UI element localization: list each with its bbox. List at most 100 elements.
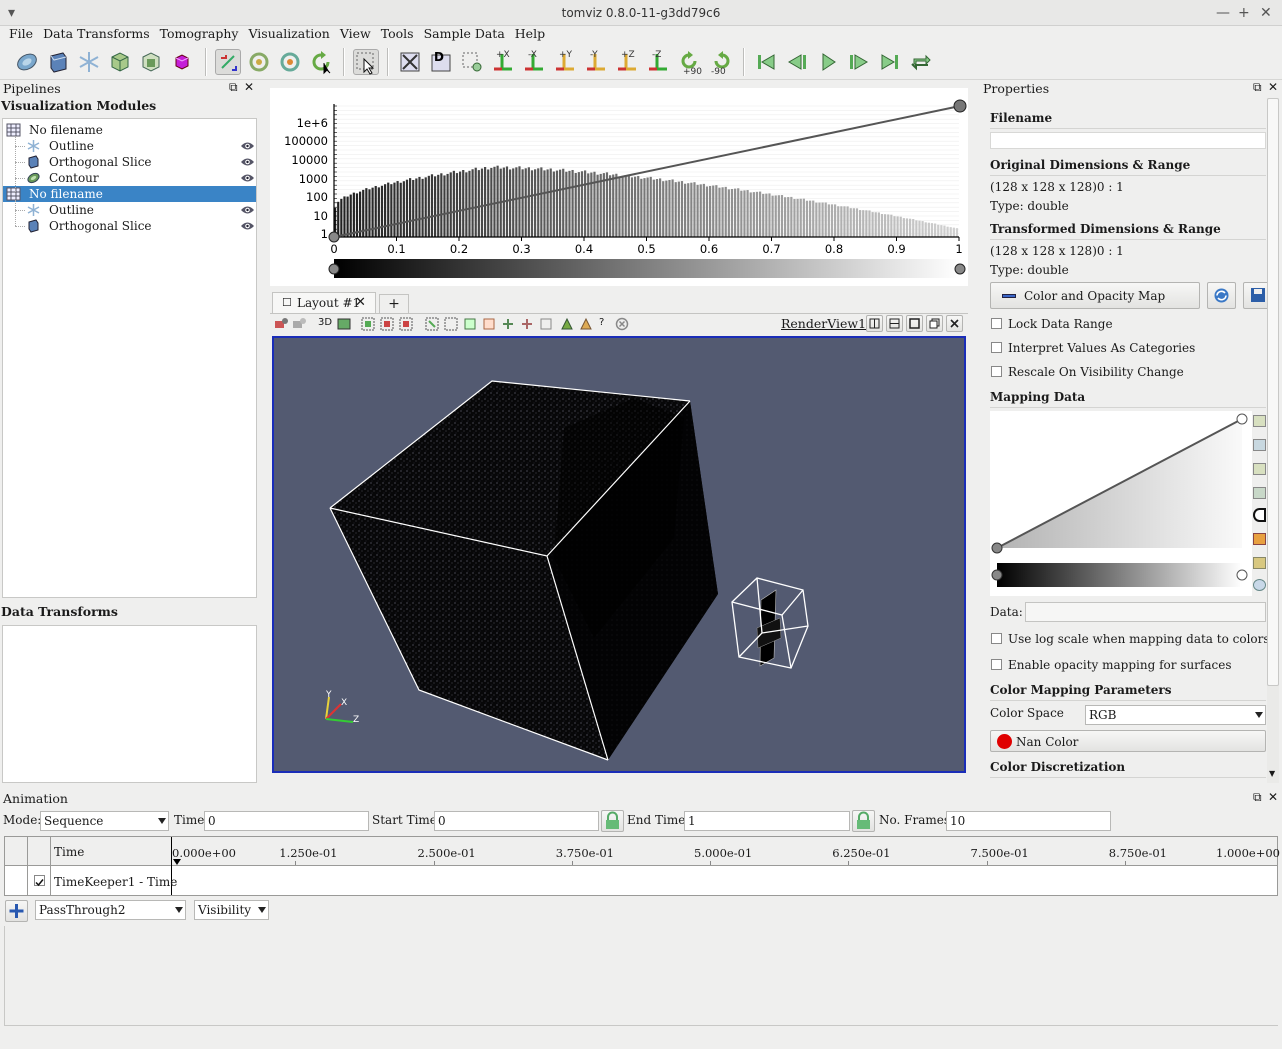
close-view-button[interactable]	[946, 315, 963, 332]
toggle-2d-3d-icon[interactable]: D	[428, 49, 454, 75]
select-polygon-icon[interactable]	[444, 317, 458, 331]
timekeeper-checkbox[interactable]	[34, 875, 45, 887]
menu-help[interactable]: Help	[510, 26, 550, 44]
select-points-icon[interactable]	[380, 317, 394, 331]
render-view[interactable]: Y X Z	[272, 336, 966, 773]
interpret-categories-checkbox[interactable]	[991, 342, 1002, 353]
pipeline-item[interactable]: Orthogonal Slice	[3, 154, 256, 170]
editor-tool-icon[interactable]	[1253, 415, 1266, 427]
filename-field[interactable]	[990, 132, 1266, 149]
toggle-3d-button[interactable]: 3D	[318, 317, 332, 328]
select-cursor-icon[interactable]	[353, 49, 379, 75]
extract-selection-icon[interactable]	[560, 317, 574, 331]
close-window-icon[interactable]: ✕	[1260, 0, 1272, 26]
clear-query-icon[interactable]	[615, 317, 629, 331]
hover-points-icon[interactable]	[482, 317, 496, 331]
lock-end-button[interactable]	[852, 810, 875, 832]
menu-tomography[interactable]: Tomography	[155, 26, 244, 44]
current-time-marker[interactable]	[173, 859, 181, 865]
pipeline-item[interactable]: Outline	[3, 202, 256, 218]
opacity-editor[interactable]	[990, 411, 1252, 596]
play-icon[interactable]	[815, 49, 841, 75]
lock-start-button[interactable]	[601, 810, 624, 832]
clear-selection-icon[interactable]	[539, 317, 553, 331]
threshold-module-icon[interactable]	[138, 49, 164, 75]
add-tab-button[interactable]: +	[379, 294, 409, 314]
ruler-module-icon[interactable]	[169, 49, 195, 75]
interact-icon[interactable]	[215, 49, 241, 75]
editor-tool-icon[interactable]	[1253, 557, 1266, 569]
menu-sample-data[interactable]: Sample Data	[419, 26, 510, 44]
eye-icon[interactable]	[240, 173, 255, 183]
outline-module-icon[interactable]	[76, 49, 102, 75]
eye-icon[interactable]	[240, 205, 255, 215]
select-cells-icon[interactable]	[361, 317, 375, 331]
menu-data-transforms[interactable]: Data Transforms	[38, 26, 155, 44]
interactive-select-icon[interactable]	[463, 317, 477, 331]
frames-input[interactable]: 10	[946, 811, 1111, 831]
previous-frame-icon[interactable]	[784, 49, 810, 75]
add-track-button[interactable]	[5, 900, 28, 922]
reset-rotation-icon[interactable]	[308, 49, 334, 75]
maximize-icon[interactable]: +	[1238, 0, 1250, 26]
end-time-input[interactable]: 1	[684, 811, 850, 831]
capture-icon[interactable]	[337, 317, 351, 331]
eye-icon[interactable]	[240, 141, 255, 151]
pipelines-close-icon[interactable]: ✕	[244, 80, 254, 94]
pipeline-item[interactable]: No filename	[3, 122, 256, 138]
nan-color-button[interactable]: Nan Color	[990, 730, 1266, 752]
plot-selection-icon[interactable]	[579, 317, 593, 331]
contour-module-icon[interactable]	[14, 49, 40, 75]
properties-scrollbar-thumb[interactable]	[1267, 98, 1279, 686]
track-property-select[interactable]: Visibility	[194, 900, 269, 920]
pipeline-item[interactable]: No filename	[3, 186, 256, 202]
reset-range-button[interactable]	[1207, 282, 1236, 309]
rotate-center-icon[interactable]	[277, 49, 303, 75]
properties-scrollbar[interactable]: ▼	[1267, 98, 1279, 783]
camera-undo-icon[interactable]	[292, 317, 306, 331]
histogram-chart[interactable]: 1e+61000001000010001001010 0.1 0.2 0.3 0.4 0.…	[270, 88, 968, 286]
split-vertical-button[interactable]	[886, 315, 903, 332]
editor-tool-icon[interactable]	[1253, 508, 1266, 522]
pipeline-item[interactable]: Orthogonal Slice	[3, 218, 256, 234]
select-block-icon[interactable]	[425, 317, 439, 331]
start-time-input[interactable]: 0	[434, 811, 599, 831]
editor-tool-icon[interactable]	[1253, 533, 1266, 545]
properties-float-icon[interactable]: ⧉	[1253, 80, 1262, 95]
last-frame-icon[interactable]	[877, 49, 903, 75]
color-opacity-map-button[interactable]: Color and Opacity Map	[990, 282, 1200, 309]
loop-icon[interactable]	[908, 49, 934, 75]
animation-close-icon[interactable]: ✕	[1268, 790, 1278, 804]
data-value-field[interactable]	[1025, 602, 1266, 622]
scroll-down-icon[interactable]: ▼	[1269, 769, 1275, 778]
first-frame-icon[interactable]	[753, 49, 779, 75]
log-scale-checkbox[interactable]	[991, 633, 1002, 644]
minimize-icon[interactable]: —	[1216, 0, 1230, 26]
window-menu-icon[interactable]: ▾	[8, 0, 15, 26]
opacity-surfaces-checkbox[interactable]	[991, 659, 1002, 670]
zoom-to-box-icon[interactable]	[459, 49, 485, 75]
menu-visualization[interactable]: Visualization	[243, 26, 334, 44]
color-space-select[interactable]: RGB	[1085, 705, 1266, 725]
split-horizontal-button[interactable]	[866, 315, 883, 332]
eye-icon[interactable]	[240, 221, 255, 231]
menu-view[interactable]: View	[335, 26, 376, 44]
menu-file[interactable]: File	[4, 26, 38, 44]
select-frustum-icon[interactable]	[399, 317, 413, 331]
maximize-view-button[interactable]	[906, 315, 923, 332]
float-view-button[interactable]	[926, 315, 943, 332]
pipeline-item[interactable]: Contour	[3, 170, 256, 186]
time-input[interactable]: 0	[204, 811, 369, 831]
volume-module-icon[interactable]	[107, 49, 133, 75]
slice-module-icon[interactable]	[45, 49, 71, 75]
menu-tools[interactable]: Tools	[376, 26, 419, 44]
pipeline-item[interactable]: Outline	[3, 138, 256, 154]
mode-select[interactable]: Sequence	[40, 811, 169, 831]
eye-icon[interactable]	[240, 157, 255, 167]
animation-float-icon[interactable]: ⧉	[1253, 790, 1262, 805]
editor-tool-icon[interactable]	[1253, 463, 1266, 475]
rotate-icon[interactable]	[246, 49, 272, 75]
reset-camera-icon[interactable]	[397, 49, 423, 75]
track-source-select[interactable]: PassThrough2	[35, 900, 186, 920]
next-frame-icon[interactable]	[846, 49, 872, 75]
